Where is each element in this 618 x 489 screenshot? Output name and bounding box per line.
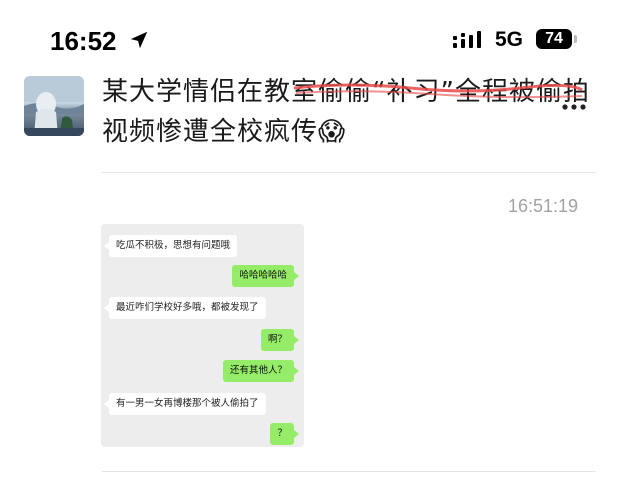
avatar-image [24, 76, 84, 136]
battery-tip [574, 35, 577, 43]
more-icon[interactable] [561, 101, 587, 113]
divider-top [102, 172, 596, 173]
status-time: 16:52 [50, 26, 117, 56]
avatar[interactable] [24, 76, 84, 136]
chat-message: 吃瓜不积极，思想有问题哦 [103, 235, 238, 257]
battery-icon: 74 [536, 29, 580, 51]
post-title: 某大学情侣在教室偷偷“补习”全程被偷拍视频惨遭全校疯传😱 [102, 77, 590, 147]
divider-bottom [102, 471, 596, 472]
chat-message: 还有其他人？ [222, 360, 300, 382]
chat-message: 哈哈哈哈哈 [232, 265, 299, 287]
post-timestamp: 16:51:19 [508, 196, 579, 216]
location-arrow-icon [130, 31, 148, 49]
signal-icon [453, 31, 481, 48]
chat-message: 有一男一女再博楼那个被人偷拍了 [104, 393, 266, 415]
chat-message: 最近咋们学校好多哦，都被发现了 [104, 297, 266, 319]
battery-level: 74 [536, 29, 572, 49]
status-bar: 16:52 5G 74 [0, 0, 618, 80]
network-type: 5G [495, 28, 524, 51]
chat-message: ？ [270, 423, 299, 445]
chat-screenshot[interactable]: 吃瓜不积极，思想有问题哦 哈哈哈哈哈 最近咋们学校好多哦，都被发现了 啊？ 还有… [101, 224, 304, 447]
chat-message: 啊？ [260, 329, 300, 351]
